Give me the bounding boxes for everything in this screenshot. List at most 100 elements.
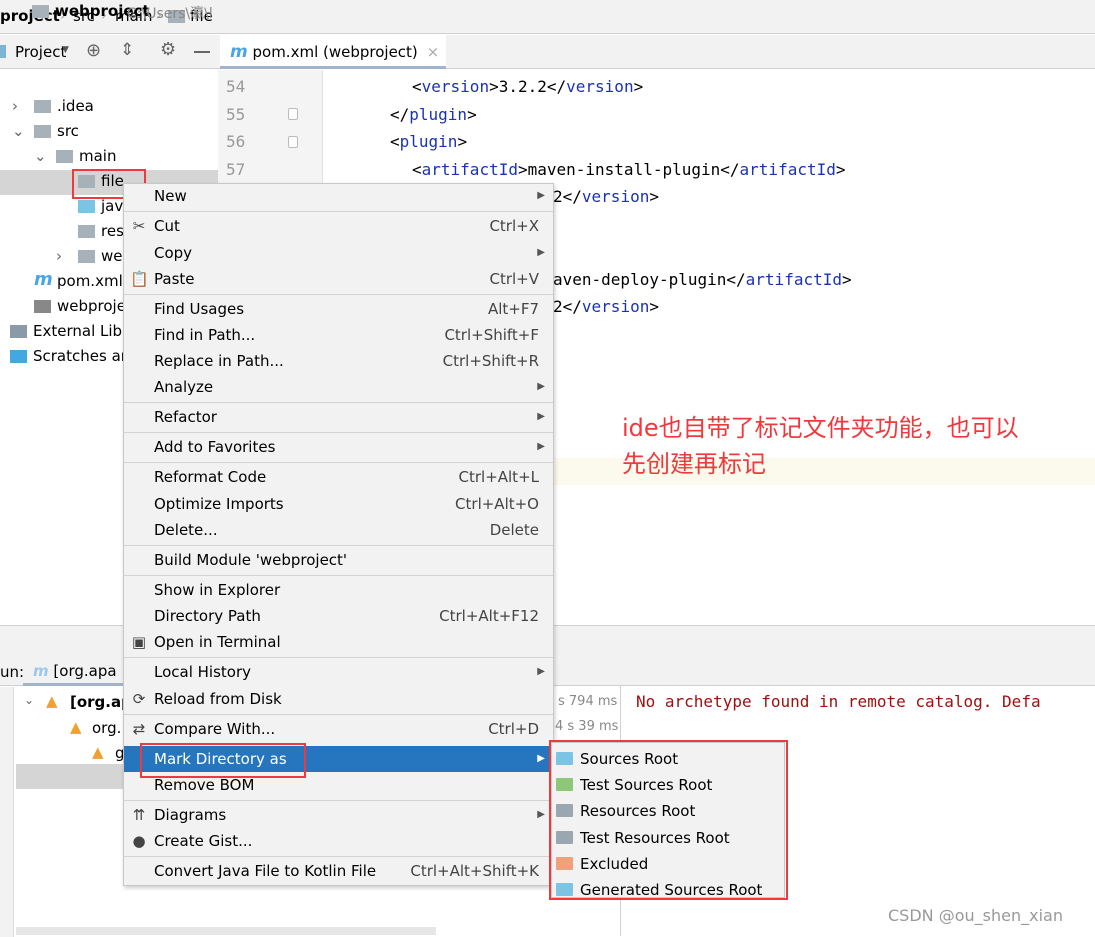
menu-item-shortcut: Ctrl+Shift+R bbox=[442, 352, 539, 370]
menu-item-find-in-path[interactable]: Find in Path... Ctrl+Shift+F bbox=[124, 322, 553, 348]
close-icon[interactable]: × bbox=[427, 43, 440, 61]
tree-item[interactable]: res bbox=[101, 222, 124, 240]
menu-item-label: Optimize Imports bbox=[154, 495, 284, 513]
menu-separator bbox=[124, 714, 553, 715]
menu-item-shortcut: Ctrl+Alt+L bbox=[458, 468, 540, 486]
compare-icon: ⇄ bbox=[132, 720, 146, 738]
menu-item-show-in-explorer[interactable]: Show in Explorer bbox=[124, 577, 553, 603]
tab-label: pom.xml (webproject) bbox=[252, 43, 418, 61]
menu-item-label: Diagrams bbox=[154, 806, 227, 824]
fold-marker[interactable] bbox=[288, 136, 298, 148]
menu-item-local-history[interactable]: Local History ▶ bbox=[124, 659, 553, 685]
submenu-arrow-icon: ▶ bbox=[537, 190, 545, 201]
menu-item-shortcut: Ctrl+Alt+O bbox=[455, 495, 539, 513]
menu-item-label: Reload from Disk bbox=[154, 690, 282, 708]
menu-item-analyze[interactable]: Analyze ▶ bbox=[124, 374, 553, 400]
menu-item-label: Refactor bbox=[154, 408, 217, 426]
scratches-icon bbox=[10, 350, 27, 363]
code-line: <plugin> bbox=[390, 132, 468, 152]
project-toolbar: Project ▼ ⊕ ⇕ ⚙ bbox=[0, 35, 218, 69]
folder-icon bbox=[34, 100, 51, 113]
context-menu: New ▶ ✂ Cut Ctrl+X Copy ▶ 📋 Paste Ctrl+V Find Usag… bbox=[123, 183, 554, 886]
iml-file-icon bbox=[34, 300, 51, 313]
tree-item[interactable]: src bbox=[57, 122, 79, 140]
run-tab-label: [org.apa bbox=[53, 662, 117, 680]
menu-item-find-usages[interactable]: Find Usages Alt+F7 bbox=[124, 296, 553, 322]
code-line: 2</version> bbox=[553, 187, 659, 206]
menu-item-paste[interactable]: 📋 Paste Ctrl+V bbox=[124, 266, 553, 292]
dropdown-icon[interactable]: ▼ bbox=[62, 45, 69, 55]
tree-item[interactable]: webproje bbox=[57, 297, 126, 315]
hide-icon[interactable] bbox=[194, 51, 210, 53]
menu-item-directory-path[interactable]: Directory Path Ctrl+Alt+F12 bbox=[124, 603, 553, 629]
code-line: aven-deploy-plugin</artifactId> bbox=[553, 270, 852, 289]
menu-item-refactor[interactable]: Refactor ▶ bbox=[124, 404, 553, 430]
code-line: <artifactId>maven-install-plugin</artifa… bbox=[412, 160, 846, 180]
fold-marker[interactable] bbox=[288, 108, 298, 120]
run-tab[interactable]: m [org.apa bbox=[23, 650, 123, 686]
menu-item-add-to-favorites[interactable]: Add to Favorites ▶ bbox=[124, 434, 553, 460]
menu-item-shortcut: Ctrl+Shift+F bbox=[444, 326, 539, 344]
chevron-icon[interactable]: › bbox=[56, 247, 62, 265]
run-node[interactable]: org. bbox=[92, 719, 121, 737]
tree-item[interactable]: External Libr bbox=[33, 322, 128, 340]
github-icon: ● bbox=[132, 832, 146, 850]
chevron-icon[interactable]: › bbox=[12, 97, 18, 115]
watermark: CSDN @ou_shen_xian bbox=[888, 906, 1063, 925]
highlight-box-mark bbox=[140, 743, 306, 778]
chevron-icon[interactable]: ⌄ bbox=[34, 147, 47, 165]
tree-item[interactable]: pom.xml bbox=[57, 272, 123, 290]
menu-item-delete[interactable]: Delete... Delete bbox=[124, 517, 553, 543]
submenu-arrow-icon: ▶ bbox=[537, 666, 545, 677]
code-line: <version>3.2.2</version> bbox=[412, 77, 644, 96]
tab-pom-xml[interactable]: m pom.xml (webproject) × bbox=[220, 35, 446, 69]
console-output[interactable]: No archetype found in remote catalog. De… bbox=[636, 692, 1041, 711]
collapse-icon[interactable]: ⇕ bbox=[120, 40, 134, 60]
locate-icon[interactable]: ⊕ bbox=[86, 40, 101, 61]
menu-item-label: Create Gist... bbox=[154, 832, 253, 850]
menu-item-copy[interactable]: Copy ▶ bbox=[124, 240, 553, 266]
tree-item[interactable]: we bbox=[101, 247, 123, 265]
chevron-icon[interactable]: ⌄ bbox=[12, 122, 25, 140]
menu-item-cut[interactable]: ✂ Cut Ctrl+X bbox=[124, 213, 553, 239]
submenu-arrow-icon: ▶ bbox=[537, 753, 545, 764]
submenu-arrow-icon: ▶ bbox=[537, 381, 545, 392]
code-line: </plugin> bbox=[390, 104, 477, 124]
menu-item-replace-in-path[interactable]: Replace in Path... Ctrl+Shift+R bbox=[124, 348, 553, 374]
folder-icon bbox=[56, 150, 73, 163]
clipboard-icon: 📋 bbox=[130, 270, 149, 288]
menu-item-convert-java-file-to-kotlin-file[interactable]: Convert Java File to Kotlin File Ctrl+Alt… bbox=[124, 858, 553, 884]
menu-item-shortcut: Ctrl+D bbox=[488, 720, 539, 738]
annotation: ide也自带了标记文件夹功能，也可以 先创建再标记 bbox=[622, 410, 1019, 482]
menu-item-label: Convert Java File to Kotlin File bbox=[154, 862, 377, 880]
project-view-selector[interactable]: Project bbox=[15, 43, 66, 61]
menu-separator bbox=[124, 657, 553, 658]
menu-item-open-in-terminal[interactable]: ▣ Open in Terminal bbox=[124, 629, 553, 655]
menu-item-reload-from-disk[interactable]: ⟳ Reload from Disk bbox=[124, 686, 553, 712]
menu-separator bbox=[124, 432, 553, 433]
tree-item[interactable]: .idea bbox=[57, 97, 94, 115]
menu-item-label: Add to Favorites bbox=[154, 438, 276, 456]
menu-separator bbox=[124, 294, 553, 295]
menu-item-label: Replace in Path... bbox=[154, 352, 284, 370]
line-number: 55 bbox=[226, 104, 246, 124]
menu-item-new[interactable]: New ▶ bbox=[124, 183, 553, 209]
menu-item-optimize-imports[interactable]: Optimize Imports Ctrl+Alt+O bbox=[124, 491, 553, 517]
gear-icon[interactable]: ⚙ bbox=[160, 39, 176, 60]
menu-item-label: Show in Explorer bbox=[154, 581, 281, 599]
submenu-arrow-icon: ▶ bbox=[537, 247, 545, 258]
menu-separator bbox=[124, 462, 553, 463]
scrollbar[interactable] bbox=[16, 927, 436, 935]
tree-item[interactable]: Scratches an bbox=[33, 347, 130, 365]
menu-item-compare-with[interactable]: ⇄ Compare With... Ctrl+D bbox=[124, 716, 553, 742]
menu-item-create-gist[interactable]: ● Create Gist... bbox=[124, 828, 553, 854]
menu-item-diagrams[interactable]: ⇈ Diagrams ▶ bbox=[124, 802, 553, 828]
menu-item-build-module-webproject[interactable]: Build Module 'webproject' bbox=[124, 547, 553, 573]
tree-item[interactable]: main bbox=[79, 147, 116, 165]
menu-item-reformat-code[interactable]: Reformat Code Ctrl+Alt+L bbox=[124, 464, 553, 490]
submenu-arrow-icon: ▶ bbox=[537, 411, 545, 422]
menu-item-label: Cut bbox=[154, 217, 180, 235]
menu-separator bbox=[124, 402, 553, 403]
breadcrumb-project[interactable]: project bbox=[0, 7, 60, 25]
web-folder-icon bbox=[78, 250, 95, 263]
